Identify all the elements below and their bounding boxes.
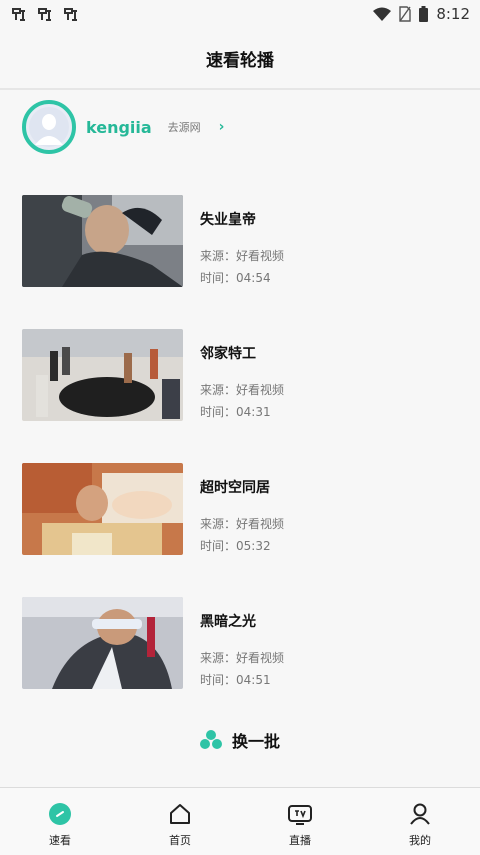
video-thumbnail[interactable]: [22, 329, 183, 421]
user-icon: [408, 802, 432, 826]
tab-home[interactable]: 首页: [120, 788, 240, 855]
video-source: 来源：好看视频: [200, 517, 285, 531]
avatar[interactable]: [22, 100, 76, 154]
bug-icon: [64, 8, 77, 21]
video-source: 来源：好看视频: [200, 651, 285, 665]
profile-name[interactable]: kengiia: [86, 118, 152, 137]
tab-mine[interactable]: 我的: [360, 788, 480, 855]
tab-quick-view[interactable]: 速看: [0, 788, 120, 855]
video-item[interactable]: 邻家特工 来源：好看视频 时间：04:31: [22, 329, 462, 463]
video-info: 失业皇帝 来源：好看视频 时间：04:54: [200, 195, 284, 329]
video-title[interactable]: 超时空同居: [200, 477, 284, 497]
video-duration: 时间：04:31: [200, 405, 271, 419]
battery-icon: [419, 6, 429, 22]
status-time: 8:12: [436, 5, 470, 23]
wifi-icon: [373, 7, 392, 21]
tab-label: 直播: [289, 834, 311, 847]
video-list: 失业皇帝 来源：好看视频 时间：04:54 邻家特工 来源：好看视频 时间：04: [22, 195, 462, 731]
status-left: [10, 5, 80, 23]
chevron-right-icon[interactable]: ›: [219, 119, 225, 135]
video-item[interactable]: 失业皇帝 来源：好看视频 时间：04:54: [22, 195, 462, 329]
video-duration: 时间：04:54: [200, 271, 271, 285]
video-info: 黑暗之光 来源：好看视频 时间：04:51: [200, 597, 284, 731]
status-right: 8:12: [373, 5, 470, 23]
source-link[interactable]: 去源网: [168, 119, 201, 135]
video-thumbnail[interactable]: [22, 195, 183, 287]
bug-icon: [38, 8, 51, 21]
video-title[interactable]: 邻家特工: [200, 343, 284, 363]
header: 速看轮播: [0, 28, 480, 90]
tab-label: 速看: [49, 834, 71, 847]
tab-label: 我的: [409, 834, 431, 847]
home-icon: [168, 802, 192, 826]
status-bar: 8:12: [0, 0, 480, 28]
bug-icon: [12, 8, 25, 21]
default-avatar-icon: [29, 107, 69, 147]
video-thumbnail[interactable]: [22, 463, 183, 555]
video-duration: 时间：05:32: [200, 539, 271, 553]
video-thumbnail[interactable]: [22, 597, 183, 689]
bottom-tab-bar: 速看 首页 直播 我的: [0, 787, 480, 855]
play-circle-icon: [48, 802, 72, 826]
video-title[interactable]: 失业皇帝: [200, 209, 284, 229]
tab-live[interactable]: 直播: [240, 788, 360, 855]
screen: 8:12 速看轮播 kengiia 去源网 › 失业皇帝 来源：好看视频 时间：…: [0, 0, 480, 855]
video-info: 邻家特工 来源：好看视频 时间：04:31: [200, 329, 284, 463]
tab-label: 首页: [169, 834, 191, 847]
video-item[interactable]: 超时空同居 来源：好看视频 时间：05:32: [22, 463, 462, 597]
video-info: 超时空同居 来源：好看视频 时间：05:32: [200, 463, 284, 597]
refresh-label[interactable]: 换一批: [232, 728, 280, 752]
no-sim-icon: [399, 6, 412, 22]
tv-icon: [288, 802, 312, 826]
video-source: 来源：好看视频: [200, 249, 285, 263]
video-source: 来源：好看视频: [200, 383, 285, 397]
profile-row[interactable]: kengiia 去源网 ›: [22, 100, 224, 154]
video-title[interactable]: 黑暗之光: [200, 611, 284, 631]
video-duration: 时间：04:51: [200, 673, 271, 687]
shuffle-dots-icon: [199, 730, 222, 749]
refresh-button[interactable]: 换一批: [0, 726, 480, 754]
video-item[interactable]: 黑暗之光 来源：好看视频 时间：04:51: [22, 597, 462, 731]
page-title: 速看轮播: [206, 50, 274, 71]
